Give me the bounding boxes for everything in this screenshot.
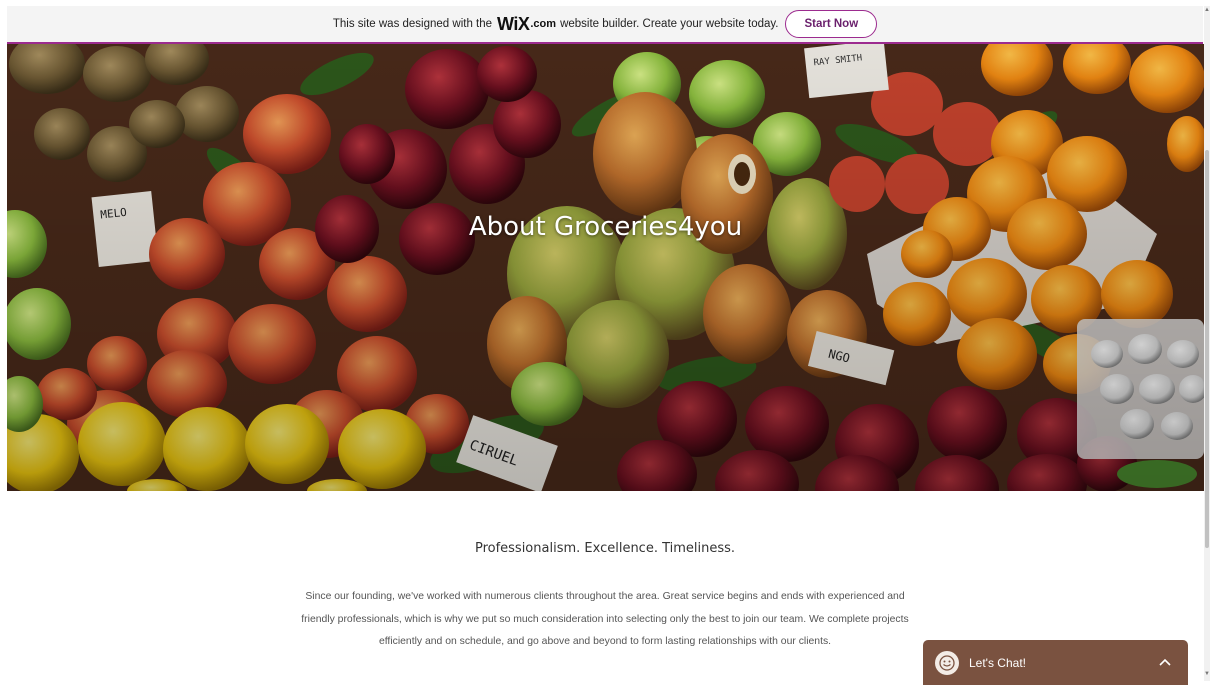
wix-logo-suffix: .com	[530, 18, 557, 30]
hero-section: MELO	[7, 44, 1204, 491]
chat-label: Let's Chat!	[969, 655, 1026, 670]
about-tagline: Professionalism. Excellence. Timeliness.	[474, 541, 736, 556]
hero-title: About Groceries4you	[468, 212, 743, 242]
chevron-up-icon[interactable]	[1158, 656, 1172, 670]
start-now-button[interactable]: Start Now	[785, 10, 878, 38]
chat-widget-button[interactable]: Let's Chat!	[923, 640, 1188, 685]
scrollbar-thumb[interactable]	[1205, 150, 1209, 548]
about-body-text: Since our founding, we've worked with nu…	[301, 591, 909, 647]
wix-logo: WiX	[497, 13, 530, 34]
scroll-down-arrow-icon[interactable]: ▼	[1204, 670, 1210, 678]
banner-text-after: website builder. Create your website tod…	[560, 18, 779, 30]
fruit-market-photo: MELO	[7, 44, 1204, 491]
wix-promo-banner: This site was designed with the WiX .com …	[7, 6, 1203, 44]
scroll-up-arrow-icon[interactable]: ▲	[1204, 6, 1210, 14]
smiley-icon	[935, 650, 959, 675]
banner-text-before: This site was designed with the	[332, 18, 493, 30]
